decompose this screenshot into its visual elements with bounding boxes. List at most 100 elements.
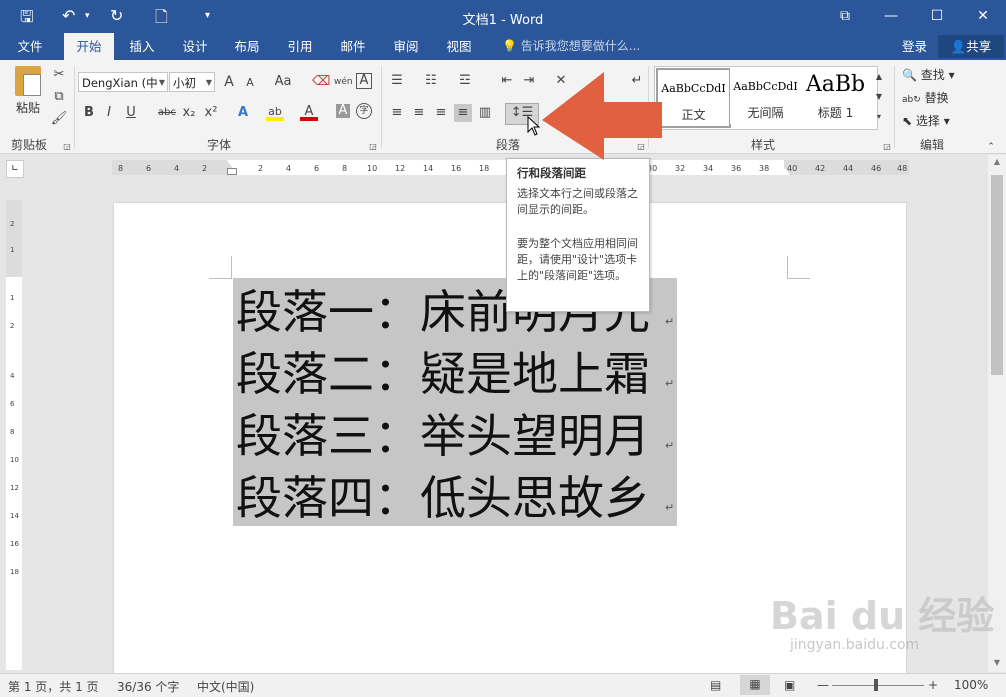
subscript-icon[interactable]: x₂ [180,104,198,122]
collapse-ribbon-icon[interactable]: ⌃ [982,138,1000,156]
tab-review[interactable]: 审阅 [382,33,430,60]
distributed-icon[interactable]: ▥ [476,104,494,122]
ruler-tick: 46 [871,164,882,173]
zoom-out-icon[interactable]: — [817,678,829,692]
shrink-font-icon[interactable]: A [241,74,259,92]
language-status[interactable]: 中文(中国) [197,678,254,695]
justify-icon[interactable]: ≡ [454,104,472,122]
tab-home[interactable]: 开始 [64,33,114,60]
paragraph-line[interactable]: 段落三：举头望明月 [236,405,650,467]
read-mode-icon[interactable]: ▤ [710,678,721,692]
increase-indent-icon[interactable]: ⇥ [520,72,538,90]
tell-me-box[interactable]: 💡 告诉我您想要做什么... [502,33,640,60]
cut-icon[interactable]: ✂ [50,66,68,84]
paste-button[interactable]: 粘贴 [10,66,46,122]
change-case-icon[interactable]: Aa [270,73,296,91]
web-layout-icon[interactable]: ▣ [784,678,795,692]
close-button[interactable]: ✕ [963,4,1003,28]
decrease-indent-icon[interactable]: ⇤ [498,72,516,90]
phonetic-guide-icon[interactable]: wén [334,73,353,91]
ruler-tick: 2 [10,322,15,330]
left-indent-marker[interactable] [227,168,237,175]
first-line-indent-marker[interactable] [227,160,237,167]
ruler-tick: 2 [258,164,264,173]
ruler-tick: 44 [843,164,854,173]
font-color-icon[interactable]: A [300,103,318,121]
font-size-value: 小初 [173,76,196,90]
ruler-tick: 14 [10,512,19,520]
styles-scroll-up-icon[interactable]: ▲ [872,68,886,86]
enclose-char-icon[interactable]: 字 [356,103,372,119]
bullets-icon[interactable]: ☰ [388,72,406,90]
zoom-slider-thumb[interactable] [874,679,878,691]
login-link[interactable]: 登录 [902,33,927,60]
word-count[interactable]: 36/36 个字 [117,678,179,695]
style-no-spacing[interactable]: AaBbCcDdI 无间隔 [730,68,801,124]
strikethrough-icon[interactable]: abc [156,104,178,122]
tab-mailings[interactable]: 邮件 [329,33,377,60]
align-center-icon[interactable]: ≡ [410,104,428,122]
maximize-button[interactable]: ☐ [917,4,957,28]
page-count[interactable]: 第 1 页，共 1 页 [8,678,99,695]
character-shading-icon[interactable]: A [336,104,350,118]
paragraph-line[interactable]: 段落四：低头思故乡 [236,467,650,529]
zoom-slider[interactable] [832,685,924,686]
zoom-level[interactable]: 100% [954,678,988,692]
align-left-icon[interactable]: ≡ [388,104,406,122]
font-size-combo[interactable]: 小初 ▼ [169,72,215,92]
ruler-tick: 8 [118,164,124,173]
ruler-margin-area [6,200,22,277]
bold-icon[interactable]: B [80,104,98,122]
style-heading-1[interactable]: AaBb 标题 1 [800,68,871,124]
tab-layout[interactable]: 布局 [223,33,271,60]
ribbon-display-button[interactable]: ⧉ [825,4,865,28]
font-launcher-icon[interactable]: ◲ [364,138,382,156]
highlight-icon[interactable]: ab [266,103,284,121]
tab-references[interactable]: 引用 [276,33,324,60]
paragraph-line[interactable]: 段落二：疑是地上霜 [236,343,650,405]
divider [894,66,895,148]
ruler-tick: 18 [10,568,19,576]
scroll-down-icon[interactable]: ▼ [988,658,1006,667]
share-label: 共享 [966,39,992,54]
print-layout-icon[interactable]: ▦ [740,675,770,695]
scroll-up-icon[interactable]: ▲ [988,157,1006,166]
clear-format-icon[interactable]: ⌫ [312,73,330,91]
numbering-icon[interactable]: ☷ [422,72,440,90]
grow-font-icon[interactable]: A [220,73,238,91]
tab-view[interactable]: 视图 [435,33,483,60]
scroll-thumb[interactable] [991,175,1003,375]
text-effects-icon[interactable]: A [234,104,252,122]
find-button[interactable]: 🔍 查找 ▾ [902,66,955,83]
copy-icon[interactable]: ⧉ [50,88,68,106]
style-normal[interactable]: AaBbCcDdI 正文 [656,68,731,128]
tab-selector[interactable]: ∟ [6,160,24,178]
multilevel-list-icon[interactable]: ☲ [456,72,474,90]
character-border-icon[interactable]: A [356,73,372,89]
underline-icon[interactable]: U [122,104,140,122]
tab-file[interactable]: 文件 [6,33,54,60]
format-painter-icon[interactable]: 🖌 [50,110,68,128]
right-indent-marker[interactable] [780,168,790,175]
superscript-icon[interactable]: x² [202,104,220,122]
ribbon-tabs: 文件 开始 插入 设计 布局 引用 邮件 审阅 视图 💡 告诉我您想要做什么..… [0,33,1006,60]
ruler-tick: 12 [10,484,19,492]
replace-button[interactable]: ab↻ 替换 [902,89,949,106]
tab-insert[interactable]: 插入 [118,33,166,60]
zoom-in-icon[interactable]: + [928,678,938,692]
tell-me-placeholder: 告诉我您想要做什么... [520,39,641,53]
share-button[interactable]: 👤共享 [938,35,1004,58]
italic-icon[interactable]: I [100,104,118,122]
font-name-combo[interactable]: DengXian (中 ▼ [78,72,168,92]
select-button[interactable]: ⬉ 选择 ▾ [902,112,950,129]
align-right-icon[interactable]: ≡ [432,104,450,122]
font-name-value: DengXian (中 [82,76,158,90]
minimize-button[interactable]: — [871,4,911,28]
styles-more-icon[interactable]: ▾ [872,108,886,126]
ruler-tick: 34 [703,164,714,173]
ruler-tick: 2 [10,220,15,228]
styles-scroll-down-icon[interactable]: ▼ [872,88,886,106]
tab-design[interactable]: 设计 [171,33,219,60]
vertical-ruler[interactable]: 2 1 1 2 4 6 8 10 12 14 16 18 [6,200,22,670]
ruler-tick: 8 [10,428,15,436]
